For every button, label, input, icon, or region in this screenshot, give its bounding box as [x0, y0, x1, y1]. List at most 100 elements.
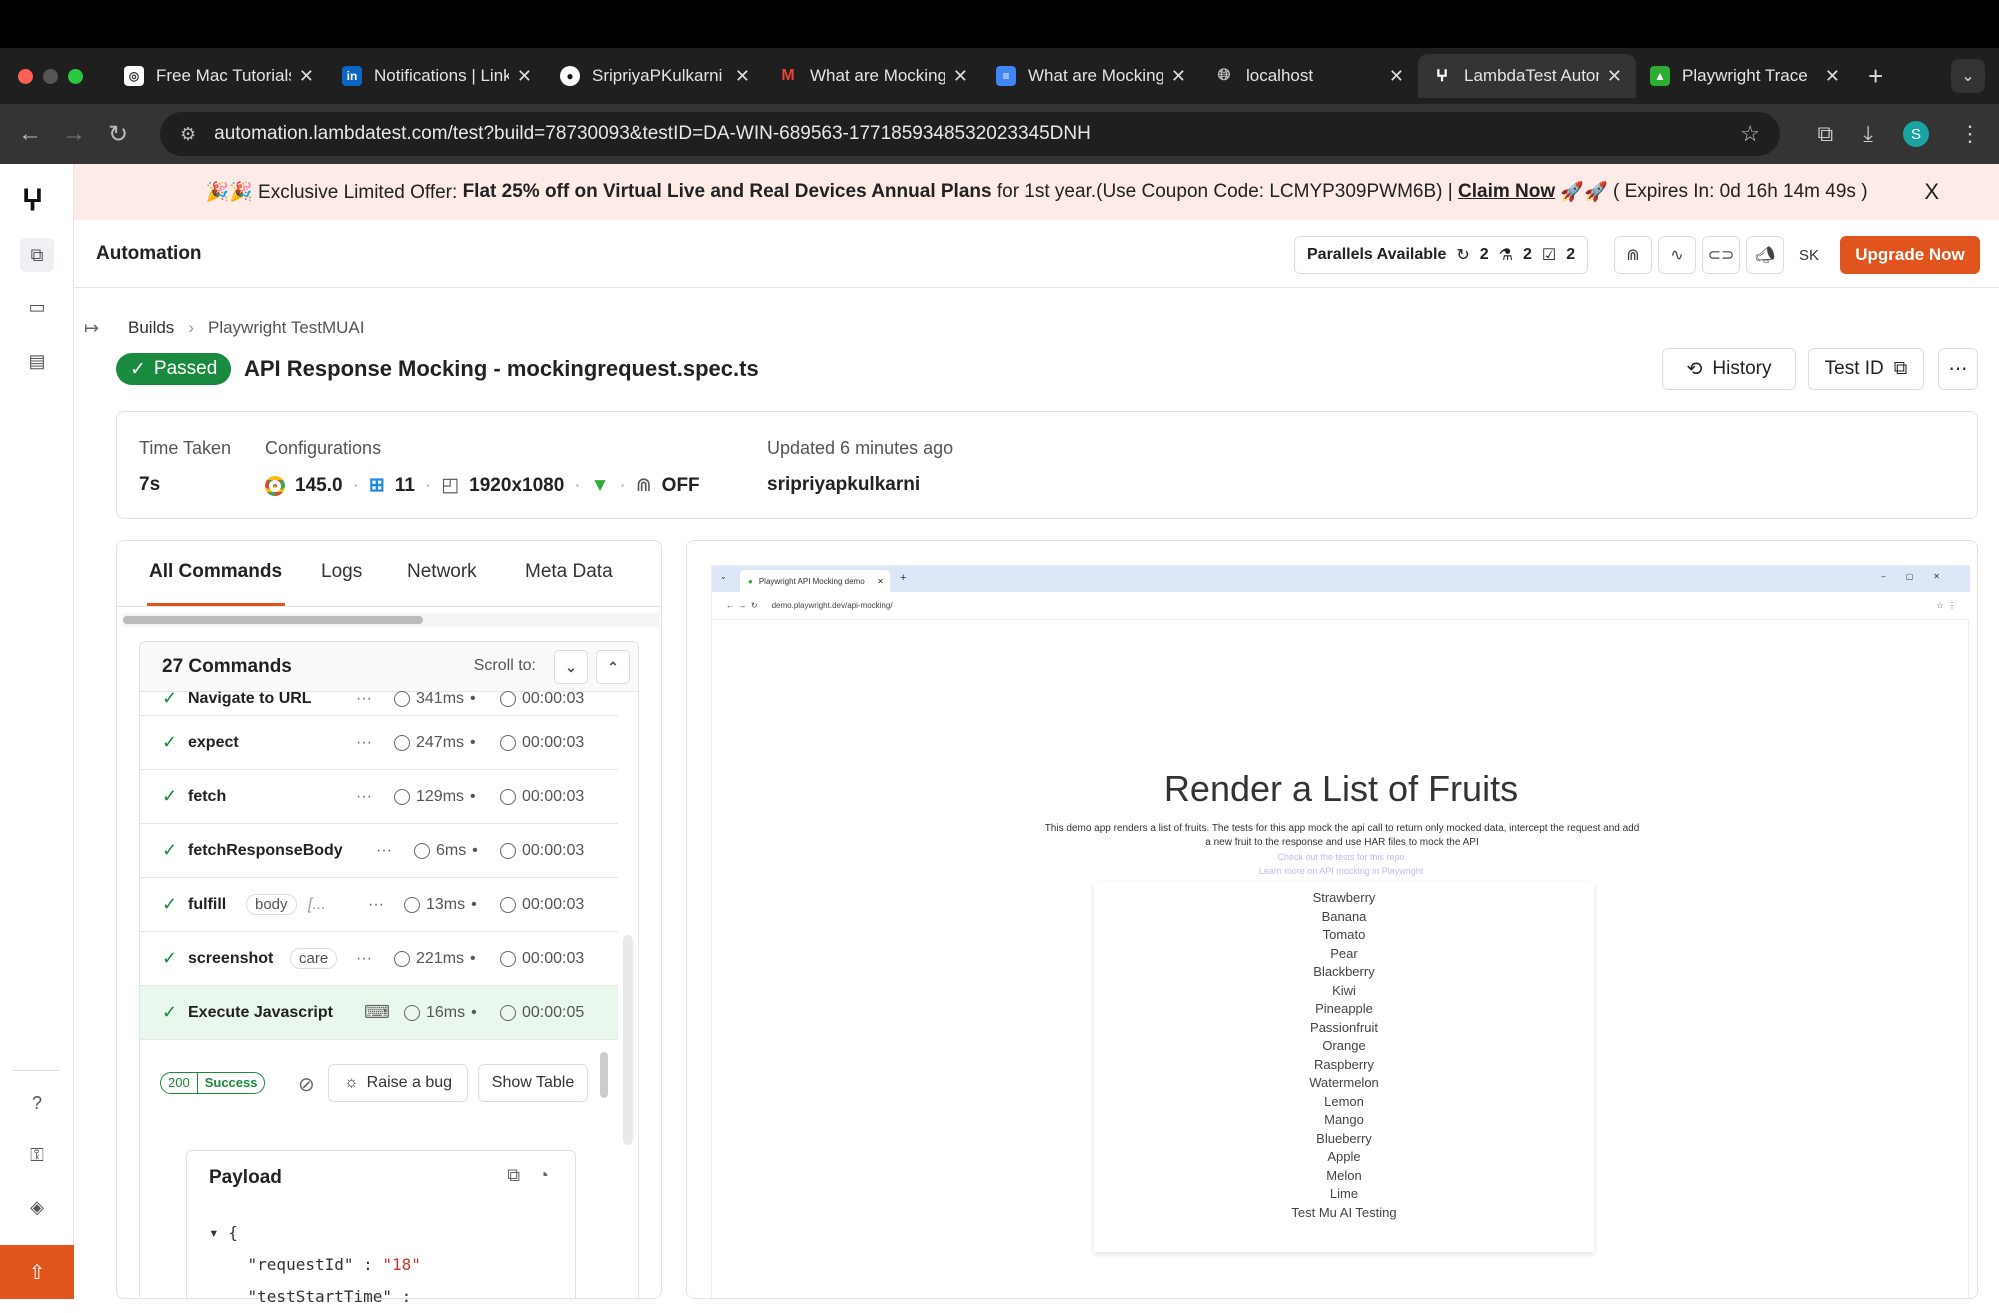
breadcrumb-builds-link[interactable]: Builds — [128, 318, 174, 338]
key-icon[interactable]: ⚿ — [20, 1138, 54, 1172]
more-dots-icon[interactable]: ··· — [356, 950, 372, 968]
claim-now-link[interactable]: Claim Now — [1458, 181, 1555, 203]
more-dots-icon[interactable]: ··· — [356, 690, 372, 708]
test-id-button[interactable]: Test ID ⧉ — [1808, 348, 1924, 390]
copy-icon[interactable]: ⧉ — [507, 1165, 520, 1186]
screenshot-panel: ⌄ ● Playwright API Mocking demo ✕ + –▢✕ ← … — [686, 540, 1978, 1299]
more-dots-icon[interactable]: ··· — [376, 842, 392, 860]
close-tab-icon[interactable]: ✕ — [517, 66, 532, 87]
history-button[interactable]: ⟲ History — [1662, 348, 1796, 390]
reload-icon[interactable]: ↻ — [96, 120, 140, 149]
automation-nav-icon[interactable]: ⧉ — [20, 238, 54, 272]
tab-title: What are Mocking — [1028, 66, 1163, 85]
tab-meta-data[interactable]: Meta Data — [525, 561, 613, 583]
close-tab-icon[interactable]: ✕ — [1825, 66, 1840, 87]
archive-nav-icon[interactable]: ▤ — [20, 344, 54, 378]
tunnel-icon[interactable]: ⋒ — [1614, 236, 1652, 274]
bookmark-star-icon[interactable]: ☆ — [1740, 121, 1760, 147]
extensions-icon[interactable]: ⧉ — [1818, 121, 1834, 147]
screenshot-tab-title: Playwright API Mocking demo — [758, 576, 865, 586]
json-key: "requestId" — [247, 1255, 354, 1274]
command-row[interactable]: ✓ fulfill body [... ··· 13ms • 00:00:03 — [140, 878, 618, 932]
command-row[interactable]: ✓ Navigate to URL ··· 341ms • 00:00:03 — [140, 682, 618, 716]
no-screenshot-icon[interactable]: ⊘ — [298, 1072, 315, 1097]
command-row-selected[interactable]: ✓ Execute Javascript ⌨ 16ms • 00:00:05 — [140, 986, 618, 1040]
back-arrow-icon[interactable]: ← — [8, 120, 52, 148]
separator: • — [470, 949, 476, 967]
more-dots-icon[interactable]: ··· — [368, 896, 384, 914]
clock-icon — [394, 690, 410, 707]
integrations-icon[interactable]: ◈ — [20, 1190, 54, 1224]
address-bar[interactable]: ⚙ automation.lambdatest.com/test?build=7… — [160, 112, 1780, 156]
announcement-icon[interactable]: 📣︎ — [1746, 236, 1784, 274]
upgrade-shortcut-icon[interactable]: ⇧ — [0, 1245, 74, 1299]
help-icon[interactable]: ? — [20, 1086, 54, 1120]
forward-arrow-icon[interactable]: → — [52, 120, 96, 148]
tab-search-chevron-icon[interactable]: ⌄ — [1951, 59, 1985, 93]
close-tab-icon[interactable]: ✕ — [299, 66, 314, 87]
more-dots-icon[interactable]: ··· — [356, 788, 372, 806]
lambdatest-logo-icon[interactable]: ⵖ — [22, 184, 43, 217]
tab-network[interactable]: Network — [407, 561, 477, 583]
zoom-window-button[interactable] — [68, 68, 83, 84]
minimize-window-button[interactable] — [43, 68, 58, 84]
expand-sidebar-icon[interactable]: ↦ — [84, 318, 99, 339]
os-version: 11 — [394, 474, 415, 496]
more-dots-icon[interactable]: ··· — [356, 734, 372, 752]
window-controls — [0, 68, 110, 84]
close-tab-icon[interactable]: ✕ — [1607, 66, 1622, 87]
close-tab-icon[interactable]: ✕ — [735, 66, 750, 87]
hyperexecute-icon: ⚗ — [1498, 247, 1513, 264]
raise-bug-button[interactable]: ☼ Raise a bug — [328, 1064, 468, 1102]
command-row[interactable]: ✓ expect ··· 247ms • 00:00:03 — [140, 716, 618, 770]
scroll-down-chevron-icon[interactable]: ⌄ — [554, 650, 588, 684]
breadcrumb-current[interactable]: Playwright TestMUAI — [208, 318, 365, 338]
command-row[interactable]: ✓ screenshot care ··· 221ms • 00:00:03 — [140, 932, 618, 986]
close-tab-icon[interactable]: ✕ — [1171, 66, 1186, 87]
history-icon[interactable]: ◔ — [538, 1165, 549, 1186]
upgrade-now-button[interactable]: Upgrade Now — [1840, 236, 1980, 274]
command-name: Execute Javascript — [188, 1003, 333, 1021]
new-tab-icon[interactable]: + — [1868, 61, 1883, 92]
command-list-scrollbar[interactable] — [623, 935, 633, 1145]
close-tab-icon[interactable]: ✕ — [1389, 66, 1404, 87]
details-scrollbar[interactable] — [600, 1052, 608, 1098]
show-table-button[interactable]: Show Table — [478, 1064, 588, 1102]
browser-tab[interactable]: ≡ What are Mocking ✕ — [982, 54, 1200, 98]
command-row[interactable]: ✓ fetchResponseBody ··· 6ms • 00:00:03 — [140, 824, 618, 878]
site-info-icon[interactable]: ⚙ — [180, 124, 196, 145]
web-parallel-icon: ↻ — [1456, 247, 1470, 264]
banner-close-button[interactable]: X — [1924, 179, 1939, 205]
real-time-nav-icon[interactable]: ▭ — [20, 290, 54, 324]
browser-tab[interactable]: 🌐︎ localhost ✕ — [1200, 54, 1418, 98]
user-avatar[interactable]: SK — [1790, 236, 1828, 274]
scroll-up-chevron-icon[interactable]: ⌃ — [596, 650, 630, 684]
parallels-indicator[interactable]: Parallels Available ↻ 2 ⚗ 2 ☑ 2 — [1294, 236, 1589, 274]
close-tab-icon[interactable]: ✕ — [953, 66, 968, 87]
browser-tab-active[interactable]: ⵖ LambdaTest Automation ✕ — [1418, 54, 1636, 98]
browser-tab[interactable]: ● SripriyaPKulkarni ✕ — [546, 54, 764, 98]
separator: • — [470, 733, 476, 751]
command-row[interactable]: ✓ fetch ··· 129ms • 00:00:03 — [140, 770, 618, 824]
horizontal-scrollbar[interactable] — [123, 613, 659, 627]
raise-bug-label: Raise a bug — [366, 1074, 453, 1091]
analytics-icon[interactable]: ∿ — [1658, 236, 1696, 274]
browser-tab[interactable]: M What are Mocking ✕ — [764, 54, 982, 98]
link-icon[interactable]: ⊂⊃ — [1702, 236, 1740, 274]
status-label: Passed — [153, 358, 218, 379]
close-window-button[interactable] — [18, 68, 33, 84]
browser-tab[interactable]: ◎ Free Mac Tutorials ✕ — [110, 54, 328, 98]
test-screenshot[interactable]: ⌄ ● Playwright API Mocking demo ✕ + –▢✕ ← … — [711, 565, 1970, 1298]
scrollbar-thumb[interactable] — [123, 616, 423, 624]
collapse-caret-icon[interactable]: ▾ — [209, 1223, 219, 1242]
tab-all-commands[interactable]: All Commands — [149, 561, 282, 583]
more-options-button[interactable]: ⋯ — [1938, 348, 1978, 390]
download-icon[interactable]: ⤓ — [1863, 121, 1873, 147]
browser-menu-icon[interactable]: ⋮ — [1959, 121, 1981, 147]
browser-tab[interactable]: in Notifications | LinkedIn ✕ — [328, 54, 546, 98]
profile-avatar[interactable]: S — [1903, 121, 1929, 147]
command-name: fetchResponseBody — [188, 841, 343, 859]
browser-tab[interactable]: ▲ Playwright Trace ✕ — [1636, 54, 1854, 98]
tab-logs[interactable]: Logs — [321, 561, 362, 583]
separator: • — [470, 787, 476, 805]
